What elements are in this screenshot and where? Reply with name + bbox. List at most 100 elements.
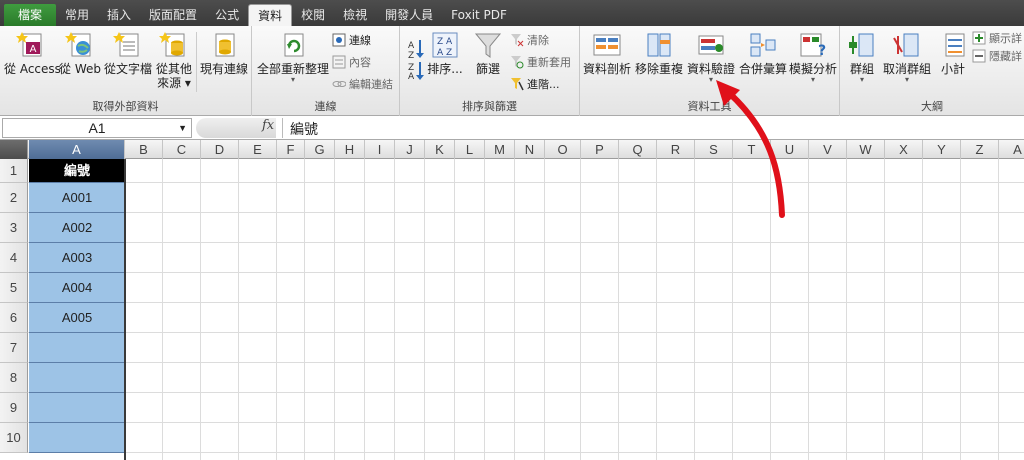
properties-button[interactable]: 內容 bbox=[332, 54, 371, 70]
row-header-3[interactable]: 3 bbox=[0, 213, 28, 243]
column-header-z[interactable]: Z bbox=[961, 140, 999, 159]
column-header-d[interactable]: D bbox=[201, 140, 239, 159]
spreadsheet-grid[interactable]: ABCDEFGHIJKLMNOPQRSTUVWXYZA 1 2 3 4 5 6 7 8 9 10 … bbox=[0, 140, 1024, 460]
column-header-c[interactable]: C bbox=[163, 140, 201, 159]
from-other-sources-button[interactable]: 從其他 來源 ▾ bbox=[154, 30, 194, 90]
column-header-i[interactable]: I bbox=[365, 140, 395, 159]
ungroup-button[interactable]: 取消群組 ▾ bbox=[880, 30, 934, 84]
column-header-u[interactable]: U bbox=[771, 140, 809, 159]
name-box[interactable]: A1 ▼ bbox=[2, 118, 192, 138]
gridline-vertical bbox=[424, 159, 425, 460]
column-header-m[interactable]: M bbox=[485, 140, 515, 159]
column-header-a[interactable]: A bbox=[29, 140, 125, 159]
group-button[interactable]: 群組 ▾ bbox=[844, 30, 880, 84]
row-header-1[interactable]: 1 bbox=[0, 159, 28, 183]
cell-a3[interactable]: A002 bbox=[29, 213, 125, 243]
show-detail-button[interactable]: 顯示詳 bbox=[972, 30, 1022, 46]
column-header-l[interactable]: L bbox=[455, 140, 485, 159]
chevron-down-icon[interactable]: ▼ bbox=[178, 119, 187, 137]
cell-a5[interactable]: A004 bbox=[29, 273, 125, 303]
cell-a1[interactable]: 編號 bbox=[29, 159, 125, 183]
edit-links-button[interactable]: 編輯連結 bbox=[332, 76, 393, 92]
subtotal-button[interactable]: 小計 bbox=[936, 30, 970, 76]
clear-button[interactable]: 清除 bbox=[510, 32, 549, 48]
column-header-w[interactable]: W bbox=[847, 140, 885, 159]
cell-a4[interactable]: A003 bbox=[29, 243, 125, 273]
tab-insert[interactable]: 插入 bbox=[98, 4, 140, 26]
from-web-button[interactable]: 從 Web bbox=[58, 30, 102, 76]
column-header-q[interactable]: Q bbox=[619, 140, 657, 159]
column-header-f[interactable]: F bbox=[277, 140, 305, 159]
cell-a10[interactable] bbox=[29, 423, 125, 453]
what-if-analysis-button[interactable]: ? 模擬分析 ▾ bbox=[788, 30, 838, 84]
row-header-5[interactable]: 5 bbox=[0, 273, 28, 303]
column-header-s[interactable]: S bbox=[695, 140, 733, 159]
chevron-down-icon: ▾ bbox=[810, 75, 815, 84]
ribbon-tab-bar: 檔案 常用 插入 版面配置 公式 資料 校閱 檢視 開發人員 Foxit PDF bbox=[0, 0, 1024, 26]
column-header-g[interactable]: G bbox=[305, 140, 335, 159]
row-header-4[interactable]: 4 bbox=[0, 243, 28, 273]
row-header-8[interactable]: 8 bbox=[0, 363, 28, 393]
cell-a2[interactable]: A001 bbox=[29, 183, 125, 213]
gridline-vertical bbox=[364, 159, 365, 460]
filter-button[interactable]: 篩選 bbox=[470, 30, 506, 76]
cell-a7[interactable] bbox=[29, 333, 125, 363]
column-header-k[interactable]: K bbox=[425, 140, 455, 159]
refresh-all-button[interactable]: 全部重新整理 ▾ bbox=[256, 30, 330, 84]
from-text-button[interactable]: 從文字檔 bbox=[103, 30, 153, 76]
tab-home[interactable]: 常用 bbox=[56, 4, 98, 26]
column-header-x[interactable]: X bbox=[885, 140, 923, 159]
tab-data[interactable]: 資料 bbox=[248, 4, 293, 26]
column-header-t[interactable]: T bbox=[733, 140, 771, 159]
column-header-e[interactable]: E bbox=[239, 140, 277, 159]
group-label-data-tools: 資料工具 bbox=[687, 100, 732, 113]
select-all-corner[interactable] bbox=[0, 140, 28, 159]
row-header-7[interactable]: 7 bbox=[0, 333, 28, 363]
tab-foxit-pdf[interactable]: Foxit PDF bbox=[442, 4, 516, 26]
consolidate-button[interactable]: 合併彙算 bbox=[738, 30, 788, 76]
existing-connections-icon bbox=[215, 33, 235, 57]
sort-button[interactable]: Z A A Z 排序... bbox=[426, 30, 464, 76]
column-header-n[interactable]: N bbox=[515, 140, 545, 159]
column-header-b[interactable]: B bbox=[125, 140, 163, 159]
column-header-h[interactable]: H bbox=[335, 140, 365, 159]
tab-developer[interactable]: 開發人員 bbox=[376, 4, 442, 26]
connections-button[interactable]: 連線 bbox=[332, 32, 371, 48]
access-icon: A bbox=[16, 32, 42, 57]
tab-view[interactable]: 檢視 bbox=[334, 4, 376, 26]
column-header-o[interactable]: O bbox=[545, 140, 581, 159]
insert-function-icon[interactable]: fx bbox=[262, 118, 274, 133]
tab-formulas[interactable]: 公式 bbox=[206, 4, 248, 26]
remove-duplicates-button[interactable]: 移除重複 bbox=[634, 30, 684, 76]
reapply-button[interactable]: 重新套用 bbox=[510, 54, 571, 70]
row-header-2[interactable]: 2 bbox=[0, 183, 28, 213]
hide-detail-button[interactable]: 隱藏詳 bbox=[972, 48, 1022, 64]
formula-input[interactable]: 編號 bbox=[290, 119, 318, 139]
column-header-v[interactable]: V bbox=[809, 140, 847, 159]
chevron-down-icon: ▾ bbox=[290, 75, 295, 84]
column-header-r[interactable]: R bbox=[657, 140, 695, 159]
subtotal-icon bbox=[945, 33, 965, 57]
cell-a9[interactable] bbox=[29, 393, 125, 423]
gridline-horizontal bbox=[28, 332, 1024, 333]
advanced-button[interactable]: 進階... bbox=[510, 76, 560, 92]
column-header-a[interactable]: A bbox=[999, 140, 1024, 159]
row-header-10[interactable]: 10 bbox=[0, 423, 28, 453]
gridline-vertical bbox=[394, 159, 395, 460]
cell-a6[interactable]: A005 bbox=[29, 303, 125, 333]
sort-az-button[interactable]: A Z Z A bbox=[406, 36, 426, 80]
cell-a8[interactable] bbox=[29, 363, 125, 393]
column-header-j[interactable]: J bbox=[395, 140, 425, 159]
tab-review[interactable]: 校閱 bbox=[292, 4, 334, 26]
data-validation-button[interactable]: 資料驗證 ▾ bbox=[686, 30, 736, 84]
text-to-columns-button[interactable]: 資料剖析 bbox=[582, 30, 632, 76]
from-access-button[interactable]: A 從 Access bbox=[4, 30, 61, 76]
tab-file[interactable]: 檔案 bbox=[4, 4, 57, 26]
column-header-y[interactable]: Y bbox=[923, 140, 961, 159]
tab-page-layout[interactable]: 版面配置 bbox=[140, 4, 206, 26]
row-header-6[interactable]: 6 bbox=[0, 303, 28, 333]
column-header-p[interactable]: P bbox=[581, 140, 619, 159]
existing-connections-button[interactable]: 現有連線 bbox=[199, 30, 249, 76]
row-header-9[interactable]: 9 bbox=[0, 393, 28, 423]
column-header-row: ABCDEFGHIJKLMNOPQRSTUVWXYZA bbox=[0, 140, 1024, 159]
